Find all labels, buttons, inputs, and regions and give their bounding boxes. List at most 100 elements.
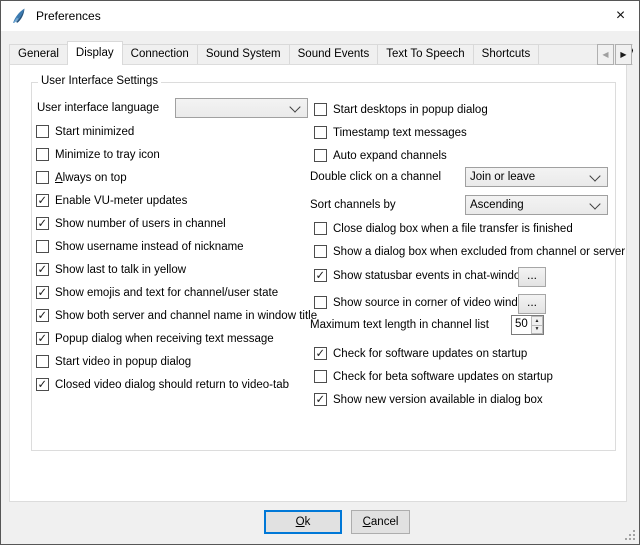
checkbox[interactable]: [314, 149, 327, 162]
checkbox[interactable]: [314, 347, 327, 360]
checkbox[interactable]: [36, 263, 49, 276]
checkbox[interactable]: [36, 125, 49, 138]
checkbox[interactable]: [36, 286, 49, 299]
spin-up-icon[interactable]: ▲: [531, 316, 543, 325]
checkbox-label: Show username instead of nickname: [55, 241, 244, 253]
row-closed-video-return[interactable]: Closed video dialog should return to vid…: [36, 377, 289, 392]
checkbox-label: Start minimized: [55, 126, 134, 138]
checkbox-label: Popup dialog when receiving text message: [55, 333, 274, 345]
checkbox-label: Close dialog box when a file transfer is…: [333, 223, 573, 235]
window-title: Preferences: [36, 9, 101, 23]
row-close-on-transfer[interactable]: Close dialog box when a file transfer is…: [314, 221, 573, 236]
checkbox-label: Timestamp text messages: [333, 127, 467, 139]
language-label: User interface language: [37, 98, 159, 118]
checkbox[interactable]: [36, 378, 49, 391]
checkbox[interactable]: [36, 240, 49, 253]
row-emojis-text-state[interactable]: Show emojis and text for channel/user st…: [36, 285, 278, 300]
checkbox[interactable]: [314, 126, 327, 139]
display-tab-page: User Interface Settings User interface l…: [9, 64, 627, 502]
row-auto-expand-channels[interactable]: Auto expand channels: [314, 148, 447, 163]
user-interface-settings-group: User Interface Settings User interface l…: [31, 82, 616, 451]
checkbox-label: Show new version available in dialog box: [333, 394, 543, 406]
row-minimize-to-tray[interactable]: Minimize to tray icon: [36, 147, 160, 162]
checkbox[interactable]: [314, 370, 327, 383]
double-click-value: Join or leave: [466, 171, 591, 183]
row-check-updates[interactable]: Check for software updates on startup: [314, 346, 527, 361]
row-last-talk-yellow[interactable]: Show last to talk in yellow: [36, 262, 186, 277]
ok-button[interactable]: Ok: [264, 510, 342, 534]
row-dialog-when-excluded[interactable]: Show a dialog box when excluded from cha…: [314, 244, 625, 259]
checkbox[interactable]: [36, 171, 49, 184]
tab-scroll-left-icon[interactable]: ◀: [597, 44, 614, 65]
resize-grip[interactable]: [625, 530, 636, 541]
checkbox-label: Check for beta software updates on start…: [333, 371, 553, 383]
checkbox[interactable]: [314, 222, 327, 235]
row-start-minimized[interactable]: Start minimized: [36, 124, 134, 139]
checkbox[interactable]: [36, 332, 49, 345]
checkbox[interactable]: [36, 309, 49, 322]
row-check-beta-updates[interactable]: Check for beta software updates on start…: [314, 369, 553, 384]
checkbox[interactable]: [314, 245, 327, 258]
checkbox[interactable]: [36, 355, 49, 368]
titlebar[interactable]: Preferences ×: [1, 1, 639, 31]
tab-scroll-right-icon[interactable]: ▶: [615, 44, 632, 65]
checkbox-label: Check for software updates on startup: [333, 348, 527, 360]
tab-shortcuts[interactable]: Shortcuts: [473, 44, 540, 65]
checkbox-label: Closed video dialog should return to vid…: [55, 379, 289, 391]
row-start-desktops-popup[interactable]: Start desktops in popup dialog: [314, 102, 488, 117]
group-title: User Interface Settings: [38, 75, 161, 87]
tab-sound-events[interactable]: Sound Events: [289, 44, 379, 65]
preferences-dialog: Preferences × General Display Connection…: [0, 0, 640, 545]
checkbox[interactable]: [314, 393, 327, 406]
checkbox-label: Enable VU-meter updates: [55, 195, 187, 207]
tab-general[interactable]: General: [9, 44, 68, 65]
row-always-on-top[interactable]: Always on top: [36, 170, 127, 185]
max-text-length-label: Maximum text length in channel list: [310, 315, 489, 335]
row-statusbar-events[interactable]: Show statusbar events in chat-window: [314, 268, 529, 283]
video-source-options-button[interactable]: ...: [518, 294, 546, 314]
checkbox[interactable]: [36, 194, 49, 207]
checkbox-label: Show emojis and text for channel/user st…: [55, 287, 278, 299]
row-vu-meter[interactable]: Enable VU-meter updates: [36, 193, 187, 208]
checkbox-label: Minimize to tray icon: [55, 149, 160, 161]
tab-bar: General Display Connection Sound System …: [9, 41, 633, 65]
checkbox-label: Show number of users in channel: [55, 218, 226, 230]
row-server-channel-title[interactable]: Show both server and channel name in win…: [36, 308, 317, 323]
row-popup-text-message[interactable]: Popup dialog when receiving text message: [36, 331, 274, 346]
checkbox[interactable]: [36, 148, 49, 161]
spinbox-value: 50: [512, 316, 531, 334]
checkbox-label: Show a dialog box when excluded from cha…: [333, 246, 625, 258]
row-show-user-count[interactable]: Show number of users in channel: [36, 216, 226, 231]
checkbox-label: Auto expand channels: [333, 150, 447, 162]
language-combobox[interactable]: [175, 98, 308, 118]
checkbox[interactable]: [36, 217, 49, 230]
sort-channels-combobox[interactable]: Ascending: [465, 195, 608, 215]
checkbox-label: Start desktops in popup dialog: [333, 104, 488, 116]
max-text-length-spinbox[interactable]: 50 ▲ ▼: [511, 315, 544, 335]
row-video-popup[interactable]: Start video in popup dialog: [36, 354, 191, 369]
tab-sound-system[interactable]: Sound System: [197, 44, 290, 65]
sort-channels-value: Ascending: [466, 199, 591, 211]
double-click-combobox[interactable]: Join or leave: [465, 167, 608, 187]
app-icon: [10, 7, 28, 25]
chevron-down-icon: [589, 170, 600, 181]
chevron-down-icon: [589, 198, 600, 209]
statusbar-events-options-button[interactable]: ...: [518, 267, 546, 287]
tab-text-to-speech[interactable]: Text To Speech: [377, 44, 473, 65]
checkbox-label: Show source in corner of video window: [333, 297, 532, 309]
tab-display[interactable]: Display: [67, 41, 123, 65]
chevron-down-icon: [289, 101, 300, 112]
close-button[interactable]: ×: [602, 1, 639, 31]
row-video-source-corner[interactable]: Show source in corner of video window: [314, 295, 532, 310]
spin-down-icon[interactable]: ▼: [531, 325, 543, 335]
checkbox[interactable]: [314, 269, 327, 282]
checkbox-label: Show statusbar events in chat-window: [333, 270, 529, 282]
row-new-version-dialog[interactable]: Show new version available in dialog box: [314, 392, 543, 407]
tab-connection[interactable]: Connection: [122, 44, 198, 65]
cancel-button[interactable]: Cancel: [351, 510, 410, 534]
checkbox[interactable]: [314, 296, 327, 309]
checkbox-label: Start video in popup dialog: [55, 356, 191, 368]
row-timestamp-messages[interactable]: Timestamp text messages: [314, 125, 467, 140]
checkbox[interactable]: [314, 103, 327, 116]
row-username-instead-nickname[interactable]: Show username instead of nickname: [36, 239, 244, 254]
